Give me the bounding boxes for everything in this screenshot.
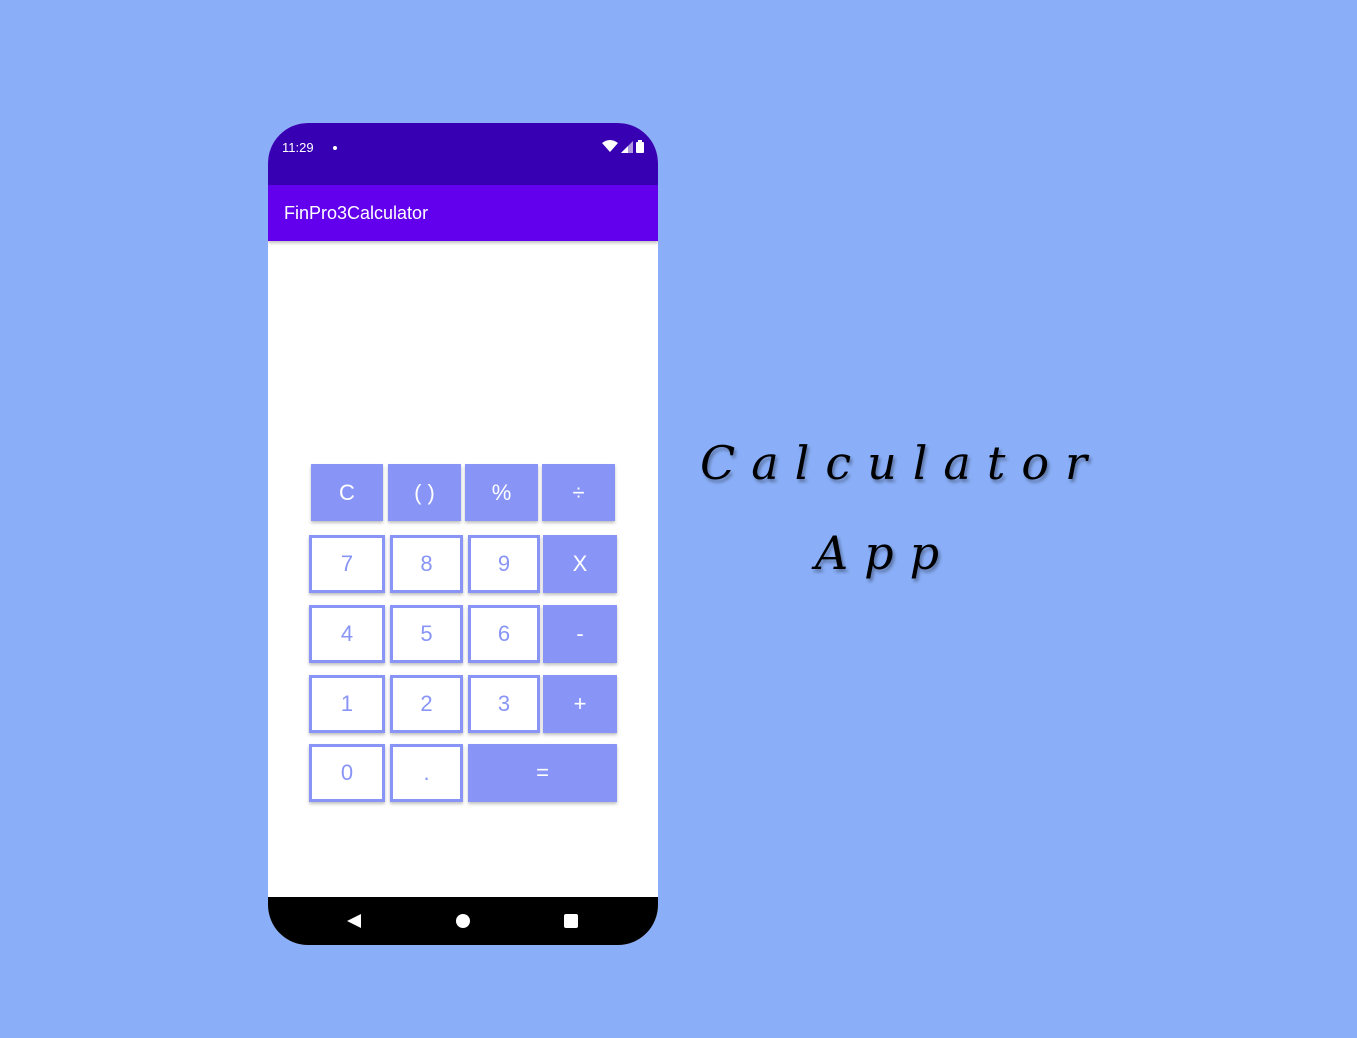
add-button[interactable]: + [543, 675, 617, 733]
equals-button[interactable]: = [468, 744, 617, 802]
recent-apps-icon[interactable] [564, 914, 578, 928]
keypad: C ( ) % ÷ 7 8 9 X 4 5 6 - 1 2 3 + 0 . = [268, 123, 658, 945]
digit-7-button[interactable]: 7 [309, 535, 385, 593]
home-icon[interactable] [456, 914, 470, 928]
percent-button[interactable]: % [465, 464, 538, 521]
digit-3-button[interactable]: 3 [468, 675, 540, 733]
decimal-point-button[interactable]: . [390, 744, 463, 802]
digit-4-button[interactable]: 4 [309, 605, 385, 663]
subtract-button[interactable]: - [543, 605, 617, 663]
back-icon[interactable] [347, 914, 361, 928]
digit-0-button[interactable]: 0 [309, 744, 385, 802]
digit-5-button[interactable]: 5 [390, 605, 463, 663]
parentheses-button[interactable]: ( ) [388, 464, 461, 521]
headline: Calculator App [700, 430, 1104, 610]
digit-2-button[interactable]: 2 [390, 675, 463, 733]
digit-1-button[interactable]: 1 [309, 675, 385, 733]
headline-line-2: App [814, 526, 956, 580]
clear-button[interactable]: C [311, 464, 383, 521]
digit-6-button[interactable]: 6 [468, 605, 540, 663]
digit-8-button[interactable]: 8 [390, 535, 463, 593]
digit-9-button[interactable]: 9 [468, 535, 540, 593]
multiply-button[interactable]: X [543, 535, 617, 593]
phone-frame: 11:29 FinPro3Calculator C ( ) % ÷ 7 8 9 … [268, 123, 658, 945]
headline-line-1: Calculator [700, 436, 1104, 490]
divide-button[interactable]: ÷ [542, 464, 615, 521]
navigation-bar [268, 897, 658, 945]
